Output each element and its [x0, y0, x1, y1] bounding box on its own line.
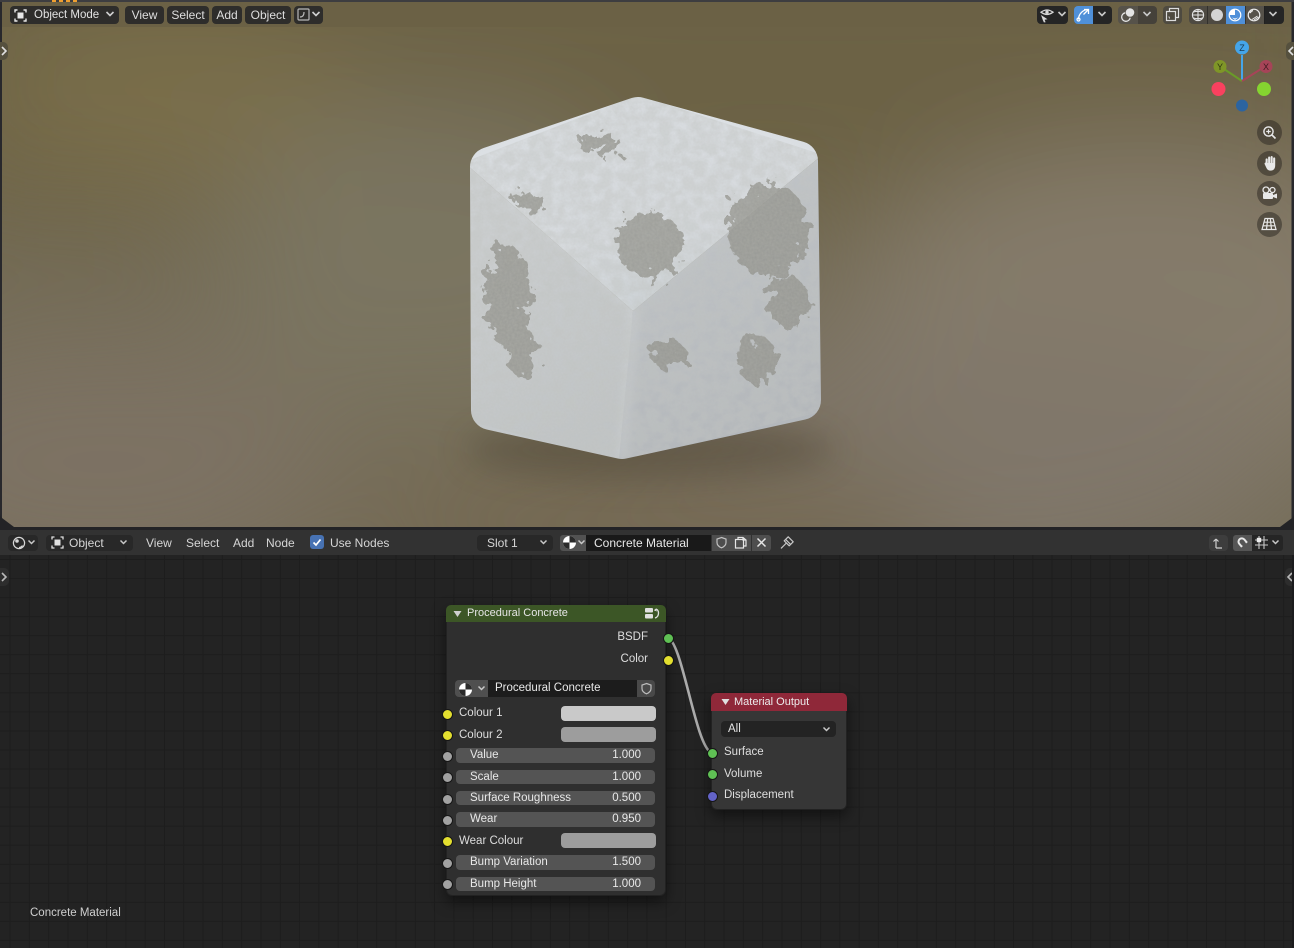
svg-text:Z: Z: [1239, 43, 1245, 53]
svg-text:Y: Y: [1217, 62, 1223, 72]
svg-text:X: X: [1263, 62, 1269, 72]
